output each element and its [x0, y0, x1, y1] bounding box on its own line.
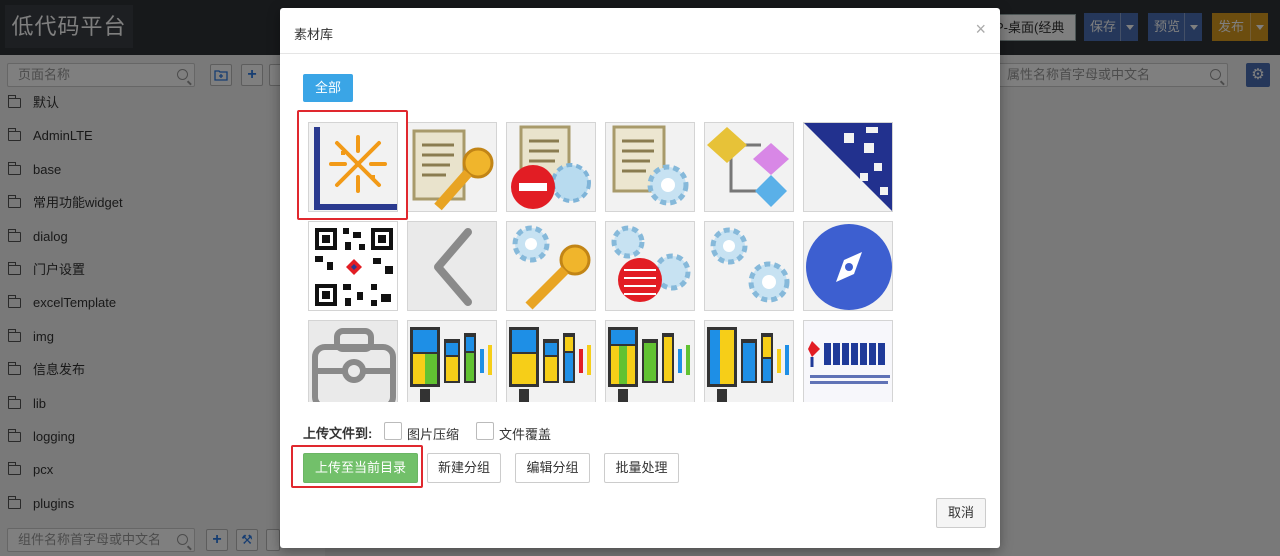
overwrite-checkbox[interactable] [476, 422, 494, 440]
monitor-chart-icon [408, 321, 496, 402]
asset-document-key-icon[interactable] [407, 122, 497, 212]
gears-icon [705, 222, 793, 310]
document-gear-icon [606, 123, 694, 211]
asset-document-gear-icon[interactable] [605, 122, 695, 212]
category-all-button[interactable]: 全部 [303, 74, 353, 102]
asset-company-seal-icon[interactable] [803, 320, 893, 402]
asset-diagram-flow-icon[interactable] [704, 122, 794, 212]
upload-to-label: 上传文件到: [303, 426, 373, 441]
dialog-title: 素材库 [294, 27, 334, 42]
asset-gear-stop-icon[interactable] [605, 221, 695, 311]
gear-key-icon [507, 222, 595, 310]
qr-code-icon [309, 222, 397, 310]
edit-group-button[interactable]: 编辑分组 [515, 453, 590, 483]
new-group-button[interactable]: 新建分组 [427, 453, 501, 483]
asset-library-dialog: 素材库 × 全部 上传文件到: 图片压缩 文件覆盖 上传至当前目录 新建分组 编… [280, 8, 1000, 548]
cancel-button[interactable]: 取消 [936, 498, 986, 528]
asset-qr-code-icon[interactable] [308, 221, 398, 311]
asset-chevron-left-icon[interactable] [407, 221, 497, 311]
qr-code-corner-icon [804, 123, 892, 211]
batch-process-button[interactable]: 批量处理 [604, 453, 679, 483]
gear-stop-icon [606, 222, 694, 310]
asset-gear-key-icon[interactable] [506, 221, 596, 311]
close-icon[interactable]: × [975, 20, 986, 38]
toolbox-icon [309, 321, 397, 402]
asset-monitor-chart-icon[interactable] [605, 320, 695, 402]
monitor-chart-icon [705, 321, 793, 402]
chevron-left-icon [408, 222, 496, 310]
asset-monitor-chart-icon[interactable] [506, 320, 596, 402]
asset-compass-icon[interactable] [803, 221, 893, 311]
document-key-icon [408, 123, 496, 211]
selection-highlight [297, 110, 408, 220]
monitor-chart-icon [507, 321, 595, 402]
compass-icon [804, 222, 892, 310]
asset-document-stop-gear-icon[interactable] [506, 122, 596, 212]
asset-gears-icon[interactable] [704, 221, 794, 311]
document-stop-gear-icon [507, 123, 595, 211]
compress-checkbox[interactable] [384, 422, 402, 440]
diagram-flow-icon [705, 123, 793, 211]
monitor-chart-icon [606, 321, 694, 402]
upload-button-highlight [291, 445, 423, 488]
asset-toolbox-icon[interactable] [308, 320, 398, 402]
asset-qr-code-corner-icon[interactable] [803, 122, 893, 212]
overwrite-label: 文件覆盖 [499, 427, 552, 442]
asset-monitor-chart-icon[interactable] [407, 320, 497, 402]
asset-monitor-chart-icon[interactable] [704, 320, 794, 402]
dialog-header: 素材库 × [280, 8, 1000, 54]
compress-label: 图片压缩 [407, 427, 460, 442]
company-seal-icon [804, 321, 892, 402]
